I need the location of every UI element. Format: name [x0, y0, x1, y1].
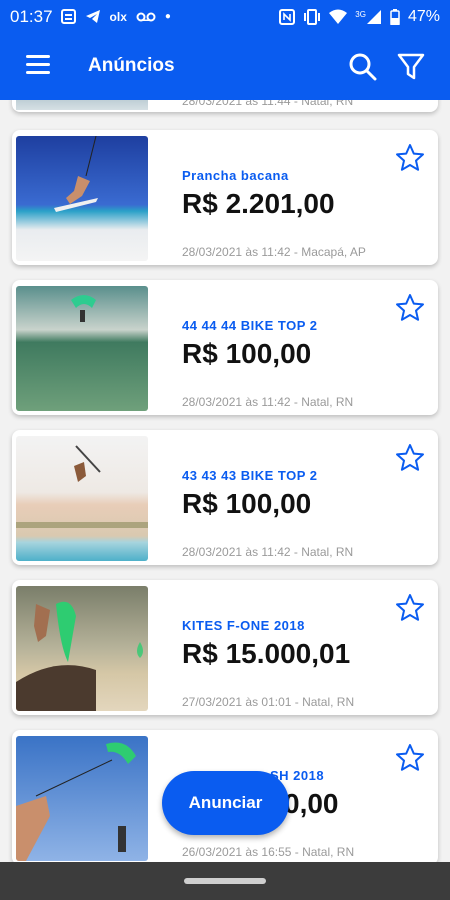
listing-price: R$ 100,00 [182, 338, 312, 369]
battery-icon [390, 8, 400, 25]
listing-price: R$ 100,00 [182, 488, 312, 519]
vibrate-icon [304, 8, 321, 25]
listing-meta: 28/03/2021 às 11:42 - Natal, RN [182, 545, 354, 559]
filter-icon[interactable] [396, 51, 426, 81]
listing-price: 0,00 [284, 788, 339, 819]
listing-meta: 28/03/2021 às 11:44 - Natal, RN [182, 100, 354, 108]
signal-icon [366, 9, 381, 24]
listings-list[interactable]: 28/03/2021 às 11:44 - Natal, RN Prancha … [0, 100, 450, 862]
listing-meta: 28/03/2021 às 11:42 - Macapá, AP [182, 245, 366, 259]
list-item[interactable]: 44 44 44 BIKE TOP 2 R$ 100,00 28/03/2021… [12, 280, 438, 415]
telegram-icon [85, 10, 100, 23]
listing-price: R$ 15.000,01 [182, 638, 351, 669]
listing-thumbnail [16, 286, 148, 411]
status-time: 01:37 [10, 6, 53, 26]
listing-thumbnail [16, 736, 148, 861]
listing-thumbnail [16, 136, 148, 261]
listing-price: R$ 2.201,00 [182, 188, 335, 219]
listing-title: KITES F-ONE 2018 [182, 618, 305, 633]
list-item[interactable]: 28/03/2021 às 11:44 - Natal, RN [12, 100, 438, 112]
menu-icon[interactable] [26, 55, 50, 75]
gallery-notification-icon [60, 9, 76, 24]
listing-title: 43 43 43 BIKE TOP 2 [182, 468, 318, 483]
page-title: Anúncios [88, 55, 175, 76]
voicemail-icon [136, 12, 156, 21]
list-item[interactable]: KITES F-ONE 2018 R$ 15.000,01 27/03/2021… [12, 580, 438, 715]
dot-icon: ● [164, 11, 171, 22]
search-icon[interactable] [347, 51, 377, 81]
listing-meta: 28/03/2021 às 11:42 - Natal, RN [182, 395, 354, 409]
listing-meta: 27/03/2021 às 01:01 - Natal, RN [182, 695, 355, 709]
system-nav-bar [0, 862, 450, 900]
announce-button[interactable]: Anunciar [162, 771, 289, 835]
olx-icon: olx [109, 9, 127, 24]
list-item[interactable]: 43 43 43 BIKE TOP 2 R$ 100,00 28/03/2021… [12, 430, 438, 565]
list-item[interactable]: Prancha bacana R$ 2.201,00 28/03/2021 às… [12, 130, 438, 265]
listing-thumbnail [16, 100, 148, 110]
nfc-icon [279, 8, 296, 25]
app-bar: Anúncios [0, 33, 450, 100]
status-bar: 01:37 olx ● 3G 47% [0, 0, 450, 33]
listing-thumbnail [16, 586, 148, 711]
favorite-star-icon[interactable] [395, 743, 425, 773]
home-gesture-handle[interactable] [184, 878, 266, 884]
favorite-star-icon[interactable] [395, 143, 425, 173]
listing-title: 44 44 44 BIKE TOP 2 [182, 318, 318, 333]
favorite-star-icon[interactable] [395, 293, 425, 323]
listing-thumbnail [16, 436, 148, 561]
favorite-star-icon[interactable] [395, 593, 425, 623]
listing-title: Prancha bacana [182, 168, 289, 183]
wifi-icon [329, 9, 348, 24]
listing-meta: 26/03/2021 às 16:55 - Natal, RN [182, 845, 355, 859]
favorite-star-icon[interactable] [395, 443, 425, 473]
battery-level: 47% [407, 7, 440, 25]
network-type: 3G [355, 9, 366, 19]
